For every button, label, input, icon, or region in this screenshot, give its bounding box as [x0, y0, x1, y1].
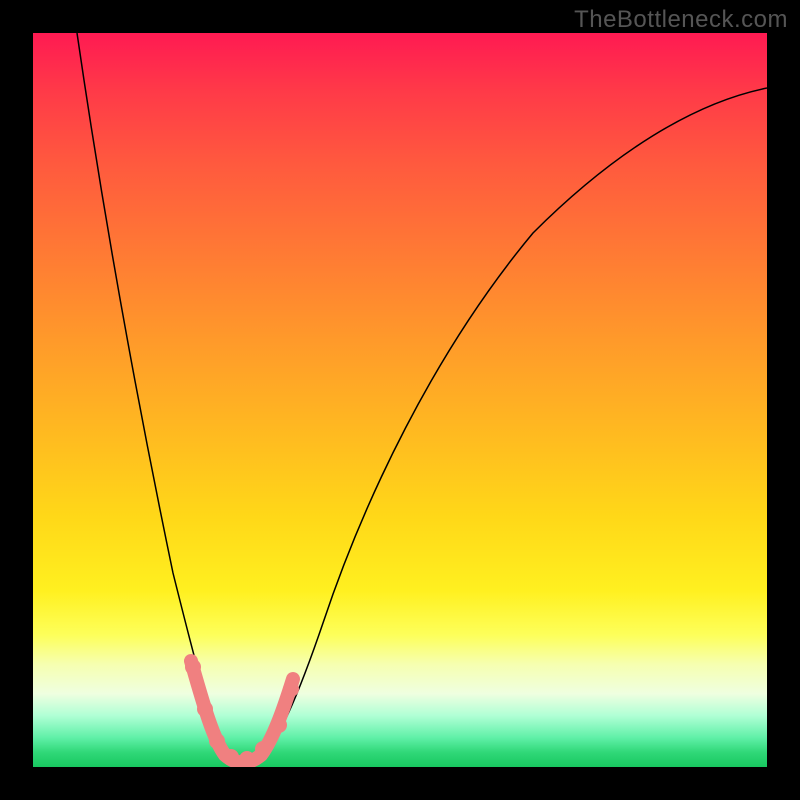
plot-area [33, 33, 767, 767]
bottleneck-curve-svg [33, 33, 767, 767]
watermark-label: TheBottleneck.com [574, 6, 788, 34]
chart-container: TheBottleneck.com [0, 0, 800, 800]
bottleneck-curve [77, 33, 767, 763]
